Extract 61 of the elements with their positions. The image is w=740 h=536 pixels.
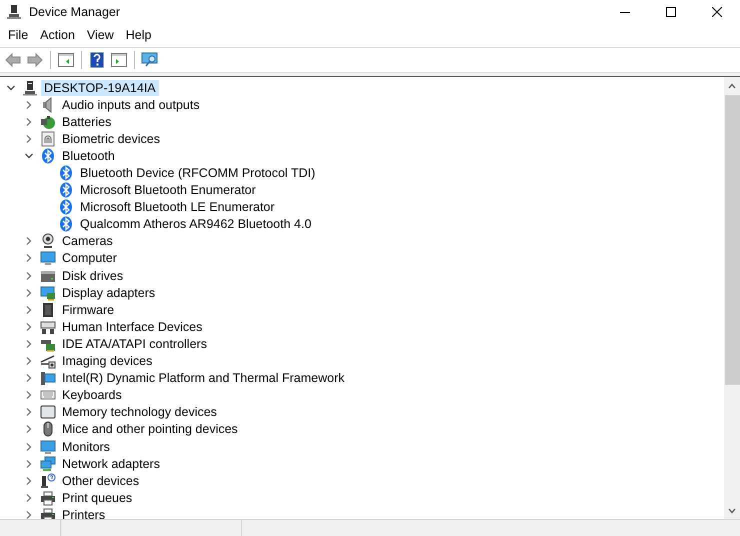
bluetooth-icon xyxy=(58,165,74,182)
tree-item[interactable]: IDE ATA/ATAPI controllers xyxy=(59,336,210,352)
bluetooth-icon xyxy=(58,199,74,216)
tree-item[interactable]: Mice and other pointing devices xyxy=(59,421,241,438)
tree-item[interactable]: Microsoft Bluetooth LE Enumerator xyxy=(77,199,278,216)
computer-icon xyxy=(22,80,38,96)
tree-item[interactable]: Printers xyxy=(59,506,108,519)
bluetooth-icon xyxy=(58,182,74,198)
scanner-icon xyxy=(40,353,56,370)
fingerprint-icon xyxy=(40,130,56,147)
tree-item[interactable]: Other devices xyxy=(59,472,142,489)
tree-item[interactable]: Batteries xyxy=(59,114,114,130)
tree-item[interactable]: Human Interface Devices xyxy=(59,318,206,335)
bluetooth-icon xyxy=(58,216,74,232)
hid-icon xyxy=(40,318,56,335)
maximize-icon xyxy=(666,6,676,16)
scrollbar-thumb[interactable] xyxy=(725,95,740,385)
tree-item[interactable]: Cameras xyxy=(59,233,116,250)
bluetooth-icon xyxy=(40,148,56,164)
chip-icon xyxy=(40,302,56,318)
console-tree-button[interactable] xyxy=(56,50,76,70)
monitor-icon xyxy=(40,438,56,455)
tree-item[interactable]: Print queues xyxy=(59,490,136,506)
close-icon xyxy=(712,6,722,16)
webcam-icon xyxy=(40,233,56,250)
network-icon xyxy=(40,456,56,472)
tree-item[interactable]: Computer xyxy=(59,250,120,266)
tree-item[interactable]: DESKTOP-19A14IA xyxy=(41,80,159,96)
tree-item[interactable]: Firmware xyxy=(59,302,118,318)
tree-item[interactable]: Intel(R) Dynamic Platform and Thermal Framework xyxy=(59,370,348,386)
system-device-icon xyxy=(40,370,56,386)
tree-item[interactable]: Biometric devices xyxy=(59,130,163,147)
monitor-icon xyxy=(40,250,56,266)
tree-item[interactable]: Bluetooth Device (RFCOMM Protocol TDI) xyxy=(77,165,318,182)
forward-button[interactable] xyxy=(25,50,45,70)
action-pane-button[interactable] xyxy=(109,50,129,70)
tree-item[interactable]: Qualcomm Atheros AR9462 Bluetooth 4.0 xyxy=(77,216,314,232)
menu-item[interactable]: Action xyxy=(34,25,81,45)
window-title: Device Manager xyxy=(29,4,122,18)
unknown-device-icon xyxy=(40,472,56,489)
memory-card-icon xyxy=(40,404,56,420)
tree-item[interactable]: Microsoft Bluetooth Enumerator xyxy=(77,182,259,198)
caret-down-icon xyxy=(728,508,736,514)
tree-item[interactable]: Imaging devices xyxy=(59,353,156,370)
menu-item[interactable]: File xyxy=(2,25,34,45)
menu-item[interactable]: View xyxy=(80,25,120,45)
tree-item[interactable]: Audio inputs and outputs xyxy=(59,96,203,113)
display-adapter-icon xyxy=(40,284,56,301)
printer-icon xyxy=(40,490,56,506)
tree-item[interactable]: Monitors xyxy=(59,438,113,455)
tree-item[interactable]: Disk drives xyxy=(59,268,126,284)
menu-item[interactable]: Help xyxy=(120,25,158,45)
device-manager-icon xyxy=(6,4,22,20)
tree-item[interactable]: Display adapters xyxy=(59,284,158,301)
battery-icon xyxy=(40,114,56,130)
tree-item[interactable]: Keyboards xyxy=(59,387,125,404)
tree-item[interactable]: Network adapters xyxy=(59,456,163,472)
tree-item[interactable]: Memory technology devices xyxy=(59,404,220,420)
back-button[interactable] xyxy=(3,50,23,70)
tree-item[interactable]: Bluetooth xyxy=(59,148,118,164)
caret-up-icon xyxy=(728,82,736,88)
